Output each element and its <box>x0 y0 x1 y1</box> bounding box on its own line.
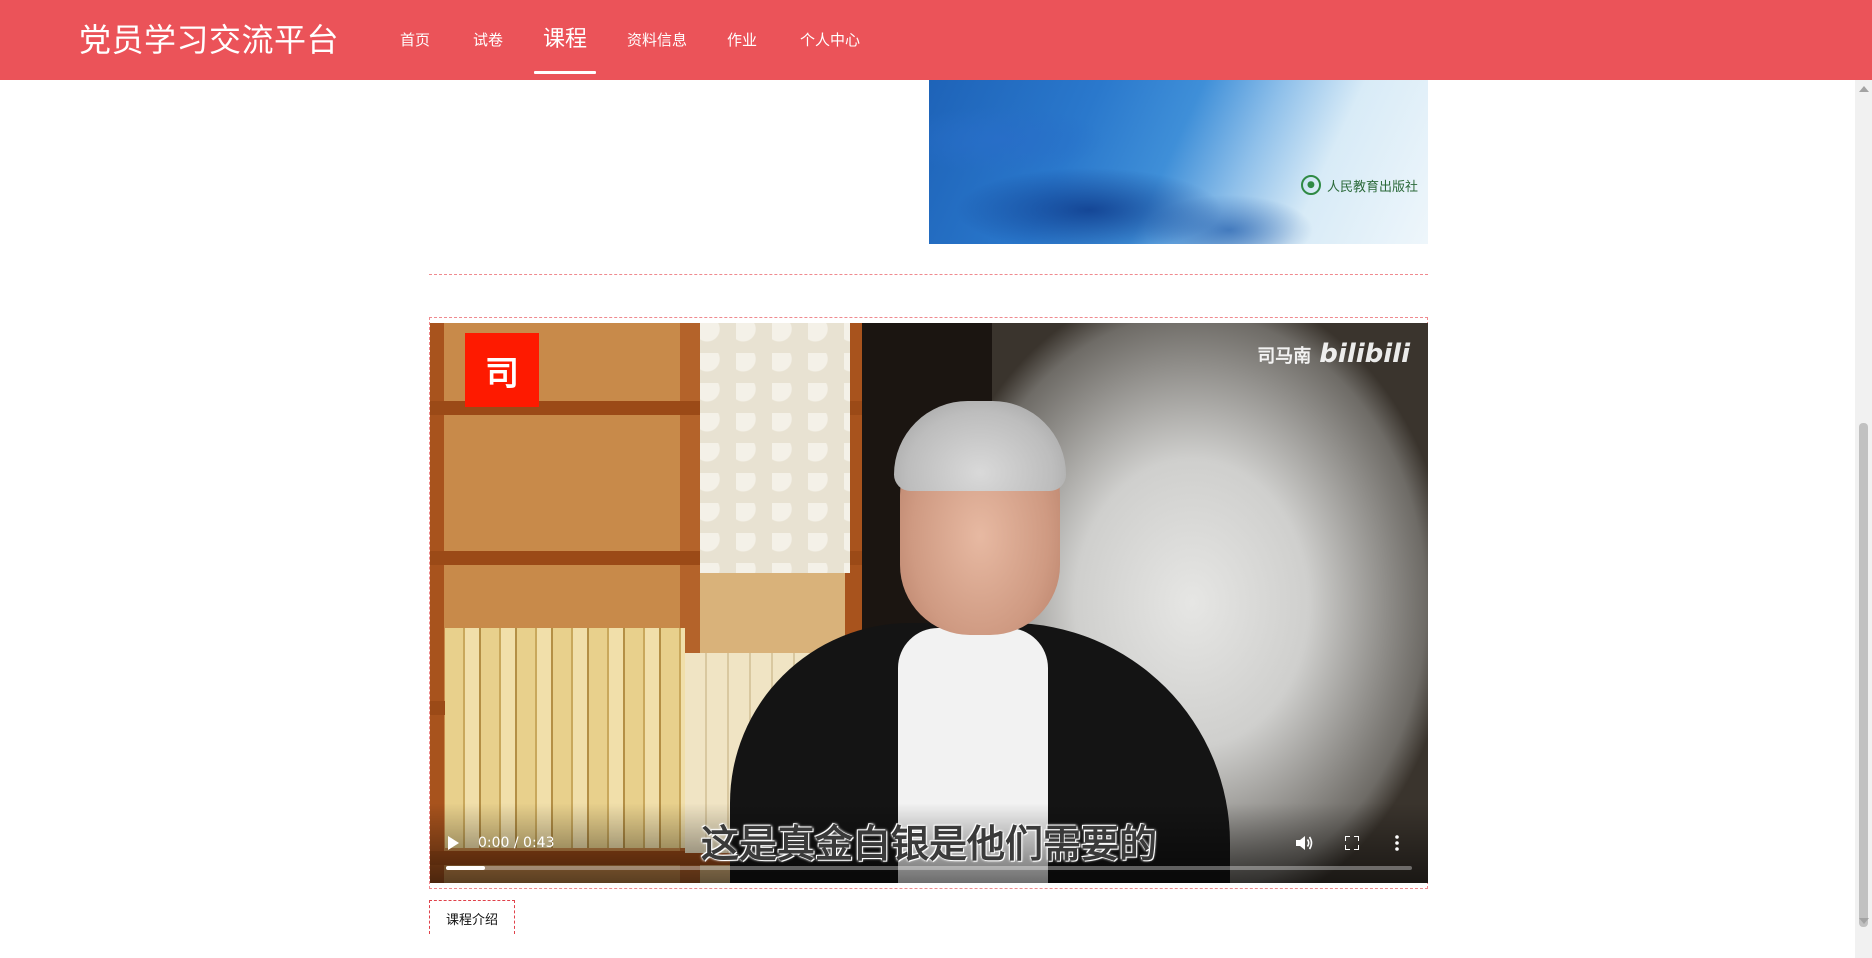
tab-course-intro[interactable]: 课程介绍 <box>429 900 515 934</box>
video-player[interactable]: 司 司马南 bilibili 0:00 / 0:43 这是真金白银是他们需要的 <box>430 323 1428 883</box>
channel-logo: 司 <box>465 333 539 407</box>
nav-materials[interactable]: 资料信息 <box>627 0 687 80</box>
nav-courses[interactable]: 课程 <box>533 0 597 80</box>
video-subtitle: 这是真金白银是他们需要的 <box>700 822 1157 866</box>
site-title: 党员学习交流平台 <box>79 21 340 59</box>
nav-profile[interactable]: 个人中心 <box>800 0 860 80</box>
watermark-site: bilibili <box>1319 339 1410 369</box>
nav-home[interactable]: 首页 <box>400 0 430 80</box>
video-watermark: 司马南 bilibili <box>1257 339 1410 369</box>
scrollbar-thumb[interactable] <box>1859 423 1868 927</box>
nav-exams[interactable]: 试卷 <box>473 0 503 80</box>
scroll-down-arrow-icon[interactable] <box>1859 918 1869 924</box>
video-scene-scrolls <box>700 323 850 573</box>
publisher-name: 人民教育出版社 <box>1326 179 1418 195</box>
nav-homework[interactable]: 作业 <box>727 0 757 80</box>
top-navbar: 党员学习交流平台 首页 试卷 课程 资料信息 作业 个人中心 <box>0 0 1872 80</box>
section-divider <box>429 274 1428 275</box>
publisher-mark: ● 人民教育出版社 <box>1300 175 1418 195</box>
publisher-logo-icon: ● <box>1300 175 1321 195</box>
course-cover-image: ● 人民教育出版社 <box>929 80 1428 244</box>
watermark-name: 司马南 <box>1257 346 1312 367</box>
scroll-up-arrow-icon[interactable] <box>1859 86 1869 92</box>
page-scrollbar[interactable] <box>1855 80 1872 958</box>
